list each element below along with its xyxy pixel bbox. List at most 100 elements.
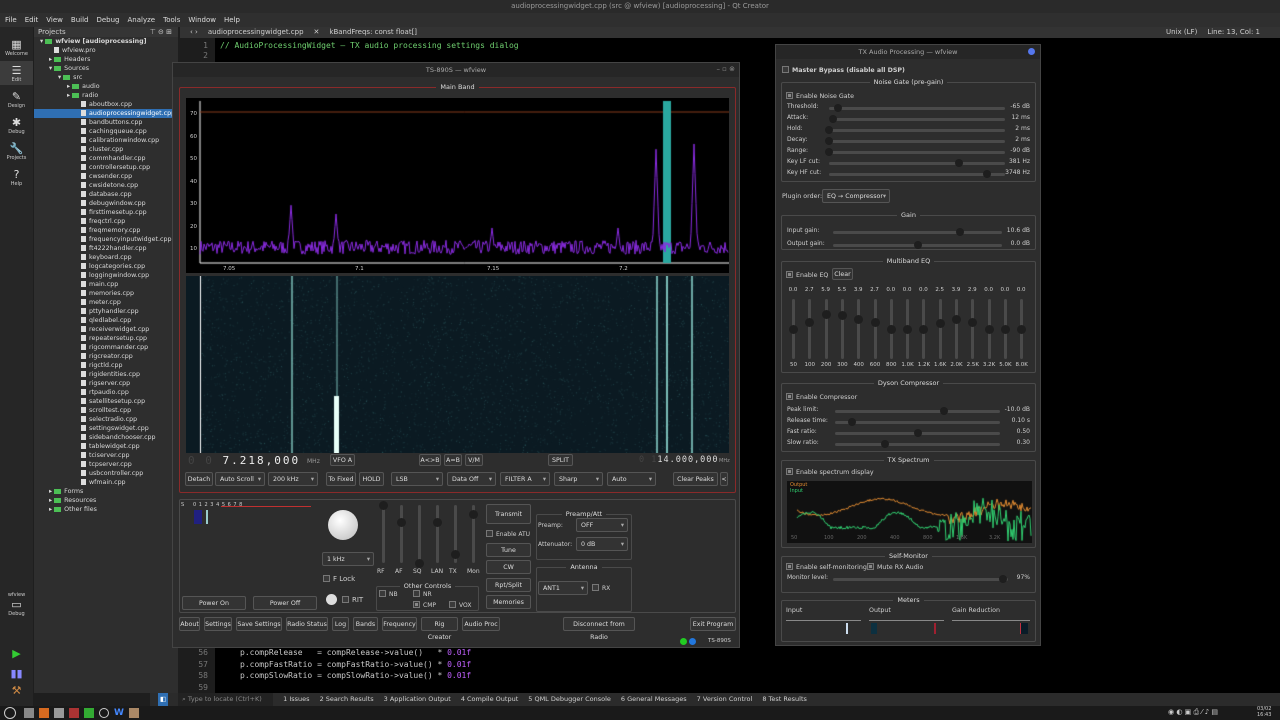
release-time-slider[interactable] [835,418,1000,426]
slider-handle[interactable] [415,559,424,568]
tree-item[interactable]: repeatersetup.cpp [34,334,178,343]
folder-icon[interactable] [54,708,64,718]
tree-item[interactable]: loggingwindow.cpp [34,271,178,280]
tree-item[interactable]: tablewidget.cpp [34,442,178,451]
sq-slider[interactable] [415,505,424,568]
slider-handle[interactable] [379,501,388,510]
tree-item[interactable]: cwsidetone.cpp [34,181,178,190]
slider-handle[interactable] [913,429,922,437]
slider-handle[interactable] [968,317,978,327]
enable-atu-checkbox[interactable]: Enable ATU [486,530,530,538]
tree-item[interactable]: wfmain.cpp [34,478,178,487]
eq-band-slider[interactable] [968,299,978,359]
mode-design[interactable]: ✎ Design [0,87,33,111]
tuning-step-select[interactable]: 1 kHz [322,552,374,566]
hold-button[interactable]: HOLD [359,472,384,486]
cw-button[interactable]: CW [486,560,531,574]
tree-item[interactable]: meter.cpp [34,298,178,307]
slider-handle[interactable] [913,241,922,249]
eq-band-slider[interactable] [952,299,961,359]
eq-band-slider[interactable] [854,299,864,359]
data-mode-select[interactable]: Data Off [447,472,496,486]
transmit-button[interactable]: Transmit [486,504,531,524]
cursor-position[interactable]: Line: 13, Col: 1 [1207,27,1260,38]
slider-handle[interactable] [955,159,964,167]
tree-item[interactable]: cachingqueue.cpp [34,127,178,136]
menu-window[interactable]: Window [188,13,216,27]
tree-item[interactable]: ▸ Other files [34,505,178,514]
tune-button[interactable]: Tune [486,543,531,557]
eq-band-slider[interactable] [837,299,847,359]
spectrum-plot[interactable] [186,98,729,273]
to-fixed-button[interactable]: To Fixed [326,472,356,486]
menu-icon[interactable] [4,707,16,719]
mode-edit[interactable]: ☰ Edit [0,61,33,85]
tree-item[interactable]: tciserver.cpp [34,451,178,460]
enable-self-monitor-checkbox[interactable]: Enable self-monitoring [786,563,867,571]
mode-help[interactable]: ? Help [0,165,33,189]
file-tab[interactable]: audioprocessingwidget.cpp [208,27,304,38]
enable-noise-gate-checkbox[interactable]: Enable Noise Gate [786,92,854,100]
tuning-knob[interactable] [328,510,358,540]
tree-item[interactable]: ▾ Sources [34,64,178,73]
output-tab[interactable]: 2 Search Results [320,693,374,706]
log-button[interactable]: Log [332,617,349,631]
enable-compressor-checkbox[interactable]: Enable Compressor [786,393,857,401]
sub-frequency-display[interactable]: 0 114.000,000 [639,455,719,465]
slider-handle[interactable] [952,315,961,325]
tree-root[interactable]: ▾ wfview [audioprocessing] [34,37,178,46]
tree-item[interactable]: keyboard.cpp [34,253,178,262]
slider-handle[interactable] [821,310,831,320]
key-hf-cut-slider[interactable] [829,170,1005,178]
cmp-checkbox[interactable]: CMP [413,601,436,609]
slider-handle[interactable] [935,318,945,328]
slider-handle[interactable] [998,575,1007,583]
disconnect-button[interactable]: Disconnect from Radio [563,617,635,641]
rx-antenna-checkbox[interactable]: RX [592,584,610,592]
tray-icons[interactable]: ◉ ◐ ▣ ⎙ ⁄ ♪ ▤ [1168,708,1218,717]
tree-item[interactable]: usbcontroller.cpp [34,469,178,478]
tree-item[interactable]: receiverwidget.cpp [34,325,178,334]
eq-band-slider[interactable] [805,299,815,359]
tree-item[interactable]: freqctrl.cpp [34,217,178,226]
vfo-button[interactable]: VFO A [330,454,355,466]
exit-program-button[interactable]: Exit Program [690,617,736,631]
nav-back-icon[interactable]: ‹ › [190,27,198,38]
slider-handle[interactable] [825,148,833,156]
range-slider[interactable] [825,148,1005,156]
audio-proc-button[interactable]: Audio Proc [462,617,500,631]
rig-creator-button[interactable]: Rig Creator [421,617,458,641]
about-button[interactable]: About [179,617,200,631]
eq-band-slider[interactable] [886,299,896,359]
tree-item[interactable]: settingswidget.cpp [34,424,178,433]
mode-projects[interactable]: 🔧 Projects [0,139,33,163]
bands-button[interactable]: Bands [353,617,378,631]
eq-band-slider[interactable] [789,299,798,359]
tree-item[interactable]: ▸ Resources [34,496,178,505]
waterfall-plot[interactable] [186,276,729,453]
tree-item[interactable]: scrolltest.cpp [34,406,178,415]
output-tab[interactable]: 8 Test Results [762,693,807,706]
symbol-selector[interactable]: kBandFreqs: const float[] [329,27,417,38]
tree-item[interactable]: rigctld.cpp [34,361,178,370]
slow-ratio-slider[interactable] [835,440,1000,448]
tree-item[interactable]: rigserver.cpp [34,379,178,388]
mode-welcome[interactable]: ▦ Welcome [0,35,33,59]
plugin-order-select[interactable]: EQ → Compressor [822,189,890,203]
menu-debug[interactable]: Debug [96,13,119,27]
tree-item[interactable]: ft4222handler.cpp [34,244,178,253]
tree-item[interactable]: rigcreator.cpp [34,352,178,361]
slider-handle[interactable] [805,318,815,328]
slider-handle[interactable] [955,228,964,236]
save-settings-button[interactable]: Save Settings [236,617,282,631]
fast-ratio-slider[interactable] [835,429,1000,437]
main-frequency-display[interactable]: 0 0 7.218,000 [188,454,300,467]
swap-vfo-button[interactable]: A<>B [419,454,441,466]
mon-slider[interactable] [469,505,478,563]
nr-checkbox[interactable]: NR [413,590,432,598]
tree-item[interactable]: ▸ Headers [34,55,178,64]
menu-tools[interactable]: Tools [163,13,180,27]
qtcreator-icon[interactable] [84,708,94,718]
output-tab[interactable]: 4 Compile Output [461,693,518,706]
tree-item[interactable]: ▸ Forms [34,487,178,496]
